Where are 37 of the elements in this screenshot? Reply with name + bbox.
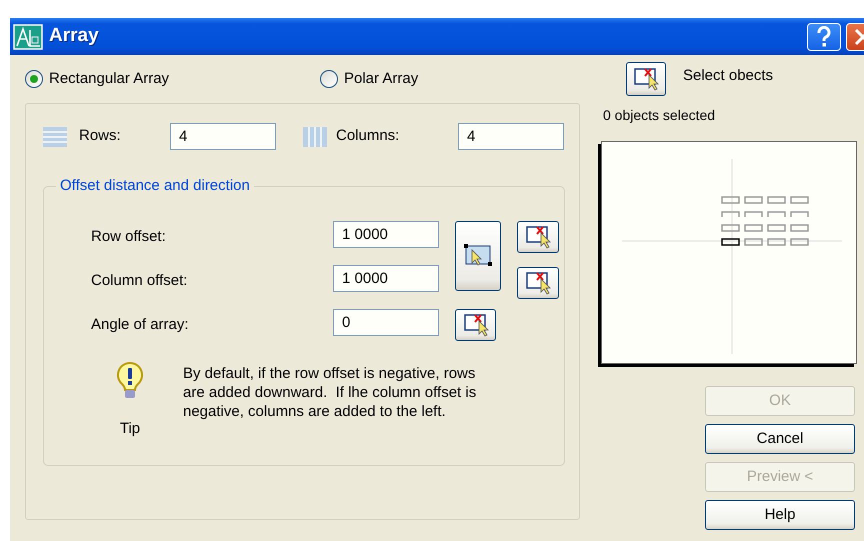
help-icon	[816, 26, 832, 48]
field-label: Angle of array:	[91, 315, 189, 335]
select-objects-label: Select obects	[683, 66, 774, 86]
rows-field[interactable]: 4	[170, 123, 276, 150]
window-icon	[13, 24, 43, 50]
pick-both-button[interactable]	[455, 221, 501, 291]
help-button[interactable]	[807, 22, 841, 50]
selection-count: 0 objects selected	[603, 106, 716, 125]
radio-button[interactable]	[25, 70, 43, 88]
dialog-button[interactable]: Cancel	[705, 424, 855, 454]
rows-icon	[42, 126, 68, 148]
dialog-button[interactable]: Help	[705, 500, 855, 530]
columns-icon	[302, 126, 328, 148]
pick-cursor-icon	[525, 270, 551, 296]
columns-field[interactable]: 4	[458, 123, 564, 150]
rows-label: Rows:	[79, 126, 122, 146]
pick-button[interactable]	[455, 309, 496, 341]
lightbulb-icon	[114, 361, 146, 401]
radio-button[interactable]	[320, 70, 338, 88]
pick-cursor-icon	[525, 224, 551, 250]
pick-button[interactable]	[517, 267, 559, 299]
pick-cursor-icon	[633, 66, 659, 92]
window-title: Array	[49, 24, 99, 48]
radio-label[interactable]: Polar Array	[344, 68, 418, 90]
rectangle-cursor-icon	[463, 243, 493, 269]
pick-cursor-icon	[462, 312, 488, 338]
field-label: Row offset:	[91, 227, 166, 247]
field-label: Column offset:	[91, 271, 188, 291]
columns-label: Columns:	[336, 126, 400, 146]
select-objects-button[interactable]	[626, 62, 666, 96]
tip-text: By default, if the row offset is negative, rows are added downward. If lhe column offset is negative, columns are added to the left.	[183, 364, 478, 422]
offset-field[interactable]: 1 0000	[333, 265, 439, 292]
pick-button[interactable]	[517, 221, 559, 253]
tip-label: Tip	[120, 419, 140, 439]
radio-label[interactable]: Rectangular Array	[49, 68, 170, 90]
offset-field[interactable]: 0	[333, 309, 439, 336]
offset-field[interactable]: 1 0000	[333, 221, 439, 248]
